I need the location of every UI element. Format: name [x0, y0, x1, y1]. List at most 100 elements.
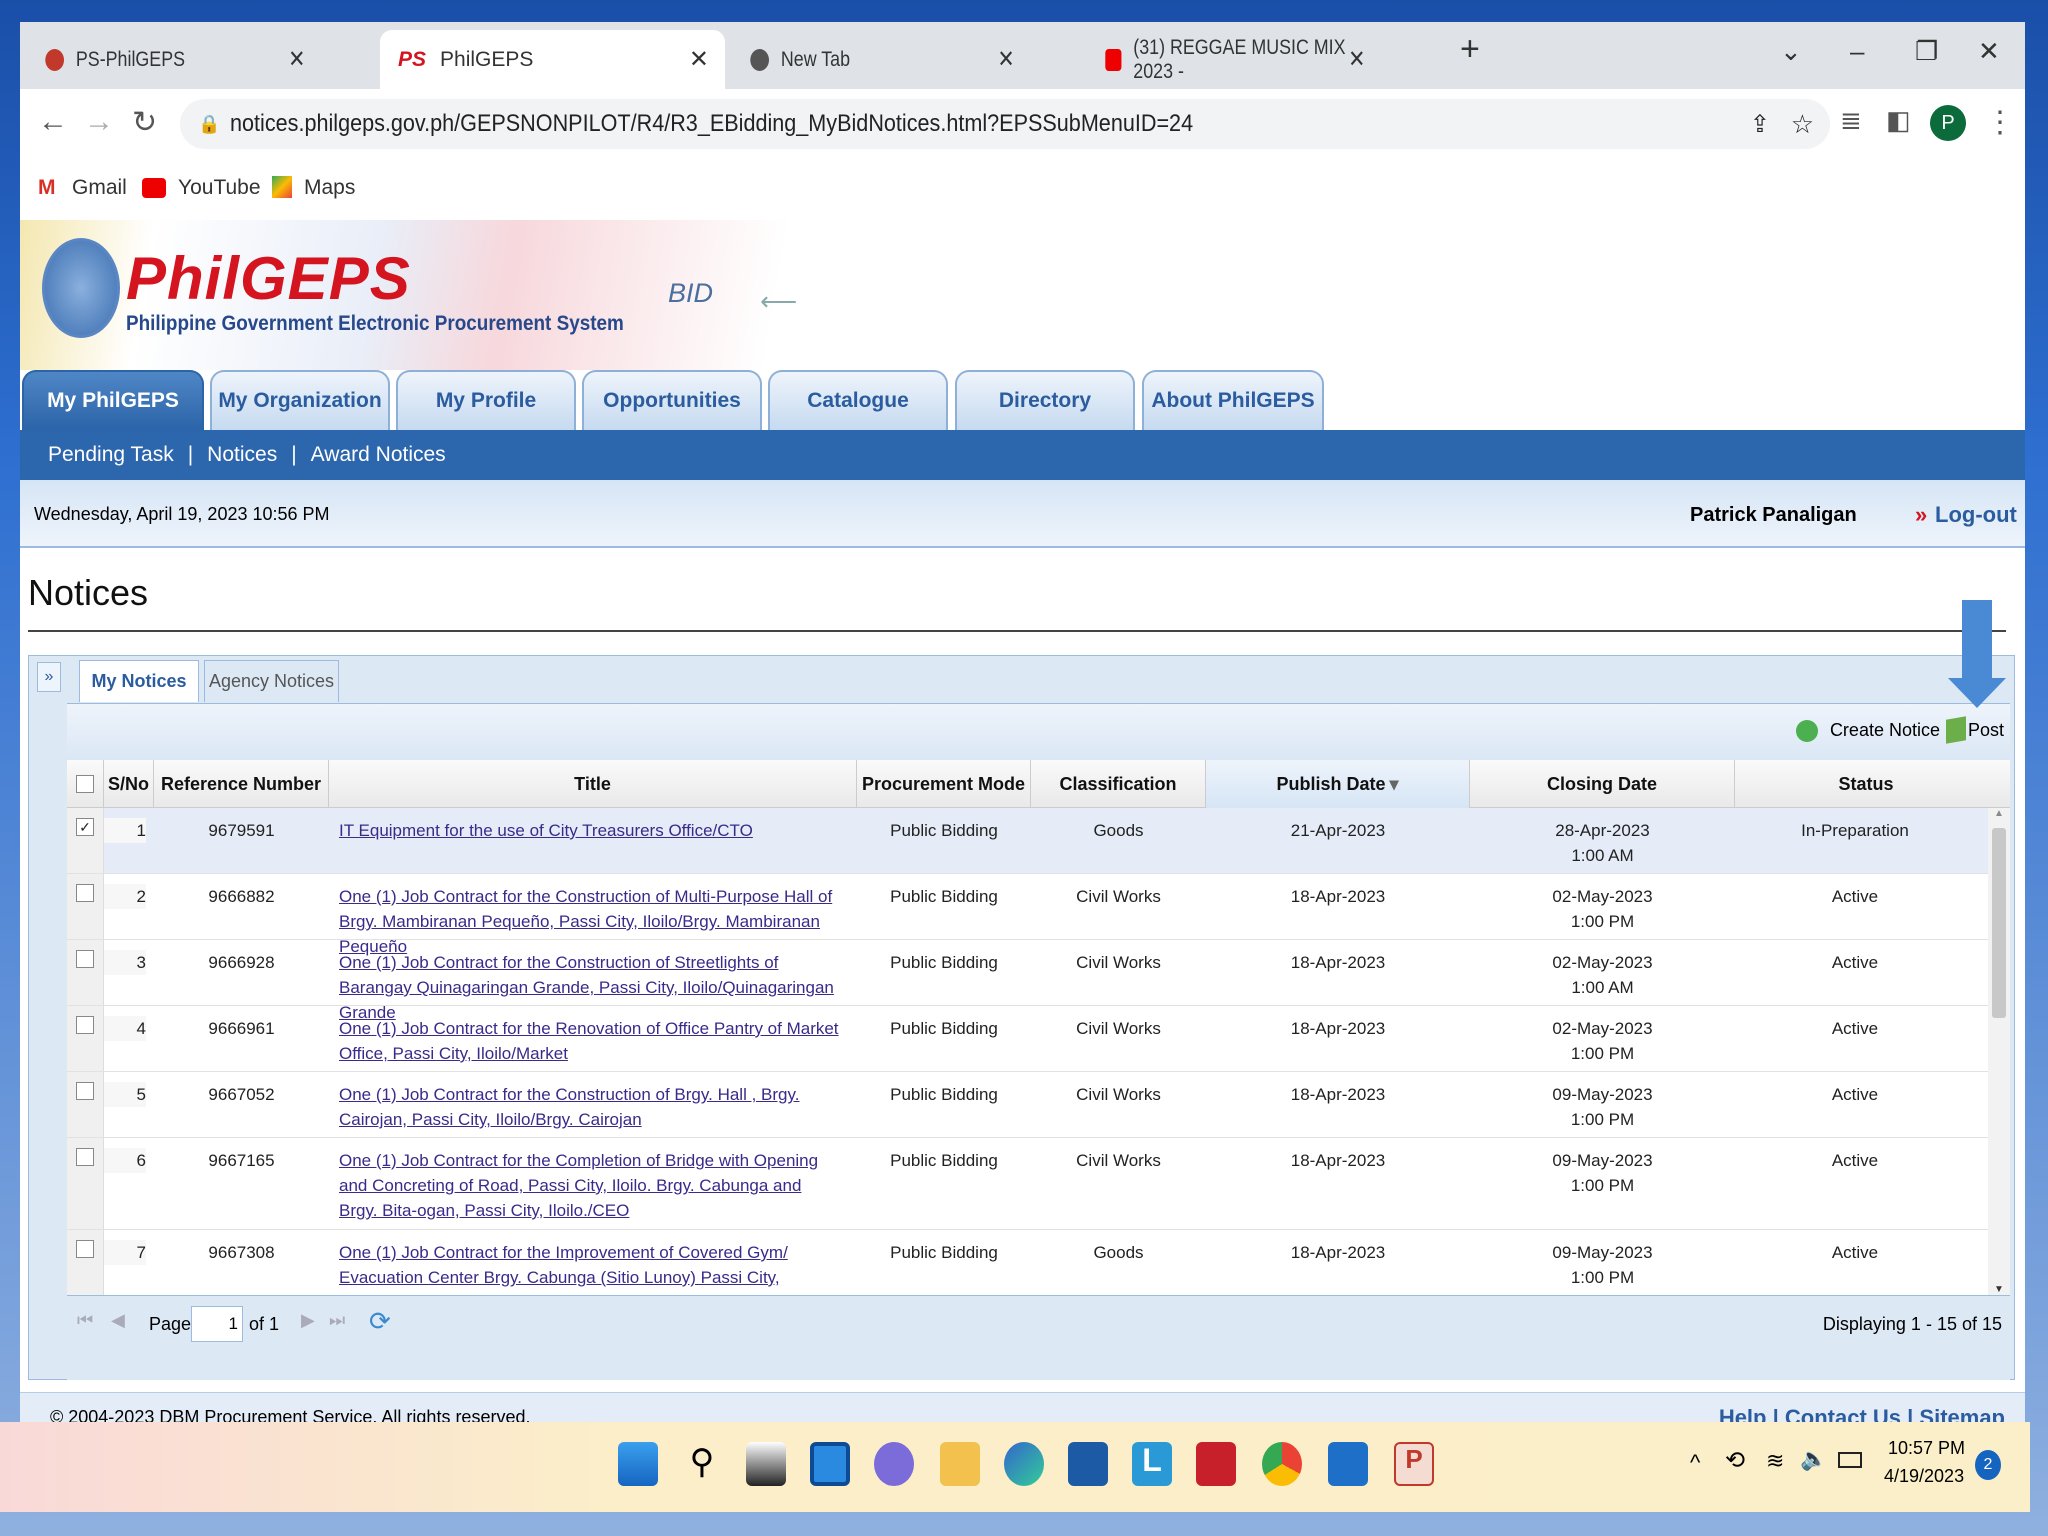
refresh-icon[interactable]: ⟳ [369, 1306, 391, 1337]
nav-about-philgeps[interactable]: About PhilGEPS [1142, 370, 1324, 430]
share-icon[interactable]: ⇪ [1750, 110, 1770, 139]
notice-title-link[interactable]: One (1) Job Contract for the Improvement… [339, 1240, 844, 1295]
row-checkbox[interactable] [76, 1082, 94, 1100]
reload-icon[interactable]: ↻ [132, 105, 157, 140]
forward-icon[interactable]: → [84, 105, 114, 139]
reading-list-icon[interactable]: ≣ [1840, 105, 1862, 136]
tab-agency-notices[interactable]: Agency Notices [204, 660, 339, 702]
notice-title-link[interactable]: IT Equipment for the use of City Treasur… [339, 818, 844, 843]
clock-time[interactable]: 10:57 PM [1888, 1438, 1965, 1459]
edge-icon[interactable] [1004, 1442, 1044, 1486]
side-panel-icon[interactable]: ◧ [1886, 105, 1911, 136]
logo-title[interactable]: PhilGEPS [126, 244, 411, 313]
chrome-icon[interactable] [1262, 1442, 1302, 1486]
media-player-icon[interactable] [1328, 1442, 1368, 1486]
col-reference-number[interactable]: Reference Number [154, 760, 329, 808]
row-checkbox[interactable] [76, 884, 94, 902]
notice-title-link[interactable]: One (1) Job Contract for the Renovation … [339, 1016, 844, 1066]
col-procurement-mode[interactable]: Procurement Mode [857, 760, 1031, 808]
col-title[interactable]: Title [329, 760, 857, 808]
nav-opportunities[interactable]: Opportunities [582, 370, 762, 430]
restore-button[interactable]: ❐ [1915, 36, 1938, 67]
new-tab-button[interactable]: + [1460, 30, 1480, 69]
close-tab-icon[interactable]: ✕ [689, 45, 709, 74]
table-row[interactable]: 4 9666961 One (1) Job Contract for the Ren… [67, 1006, 1997, 1072]
file-explorer-icon[interactable] [940, 1442, 980, 1486]
close-tab-icon[interactable]: ✕ [1348, 45, 1365, 74]
col-status[interactable]: Status [1735, 760, 1997, 808]
last-page-icon[interactable]: ⏭ [329, 1310, 345, 1331]
row-checkbox[interactable]: ✓ [76, 818, 94, 836]
col-classification[interactable]: Classification [1031, 760, 1206, 808]
table-row[interactable]: 6 9667165 One (1) Job Contract for the Com… [67, 1138, 1997, 1230]
close-tab-icon[interactable]: ✕ [288, 45, 305, 74]
start-icon[interactable] [618, 1442, 658, 1486]
submenu-award-notices[interactable]: Award Notices [311, 443, 446, 467]
next-page-icon[interactable]: ▶ [301, 1310, 315, 1331]
tab-new-tab[interactable]: New Tab ✕ [735, 30, 1028, 89]
row-checkbox[interactable] [76, 1148, 94, 1166]
l-app-icon[interactable]: L [1132, 1442, 1172, 1486]
mcafee-icon[interactable] [1196, 1442, 1236, 1486]
grid-scrollbar[interactable]: ▲ ▼ [1988, 808, 2010, 1295]
nav-catalogue[interactable]: Catalogue [768, 370, 948, 430]
nav-my-profile[interactable]: My Profile [396, 370, 576, 430]
tab-reggae[interactable]: (31) REGGAE MUSIC MIX 2023 - ✕ [1090, 30, 1379, 89]
table-row[interactable]: 7 9667308 One (1) Job Contract for the Imp… [67, 1230, 1997, 1295]
table-row[interactable]: ✓ 1 9679591 IT Equipment for the use of Cit… [67, 808, 1997, 874]
notice-title-link[interactable]: One (1) Job Contract for the Completion … [339, 1148, 844, 1223]
store-icon[interactable] [1068, 1442, 1108, 1486]
nav-directory[interactable]: Directory [955, 370, 1135, 430]
notification-badge[interactable]: 2 [1975, 1450, 2001, 1480]
submenu-notices[interactable]: Notices [207, 443, 277, 467]
bookmark-maps[interactable]: Maps [304, 176, 355, 200]
search-icon[interactable]: ⚲ [682, 1442, 722, 1486]
bookmark-gmail[interactable]: Gmail [72, 176, 127, 200]
row-checkbox[interactable] [76, 1016, 94, 1034]
nav-my-philgeps[interactable]: My PhilGEPS [22, 370, 204, 430]
nav-my-organization[interactable]: My Organization [210, 370, 390, 430]
show-hidden-icons[interactable]: ^ [1690, 1450, 1700, 1476]
menu-icon[interactable]: ⋮ [1985, 105, 2015, 140]
battery-icon[interactable] [1838, 1452, 1862, 1468]
back-icon[interactable]: ← [38, 105, 68, 139]
expand-panel-button[interactable]: » [37, 662, 61, 692]
prev-page-icon[interactable]: ◀ [111, 1310, 125, 1331]
select-all-checkbox[interactable] [67, 760, 104, 808]
col-closing-date[interactable]: Closing Date [1470, 760, 1735, 808]
col-publish-date[interactable]: Publish Date ▾ [1206, 760, 1470, 808]
row-checkbox[interactable] [76, 950, 94, 968]
widgets-icon[interactable] [810, 1442, 850, 1486]
table-row[interactable]: 2 9666882 One (1) Job Contract for the Con… [67, 874, 1997, 956]
address-bar[interactable]: 🔒 notices.philgeps.gov.ph/GEPSNONPILOT/R4… [180, 99, 1830, 149]
create-notice-button[interactable]: Create Notice [1830, 720, 1940, 741]
tab-philgeps[interactable]: PS PhilGEPS ✕ [380, 30, 725, 89]
row-checkbox[interactable] [76, 1240, 94, 1258]
bookmark-star-icon[interactable]: ☆ [1791, 109, 1814, 140]
close-tab-icon[interactable]: ✕ [998, 45, 1015, 74]
tab-search-button[interactable]: ⌄ [1780, 36, 1802, 67]
bookmark-youtube[interactable]: YouTube [178, 176, 261, 200]
col-sno[interactable]: S/No [104, 760, 154, 808]
profile-avatar[interactable]: P [1930, 105, 1966, 141]
minimize-button[interactable]: – [1850, 36, 1864, 67]
submenu-pending-task[interactable]: Pending Task [48, 443, 174, 467]
logout-link[interactable]: Log-out [1935, 502, 2017, 528]
clock-date[interactable]: 4/19/2023 [1884, 1466, 1964, 1487]
page-input[interactable] [191, 1306, 243, 1342]
table-row[interactable]: 5 9667052 One (1) Job Contract for the Con… [67, 1072, 1997, 1138]
tab-my-notices[interactable]: My Notices [79, 660, 199, 702]
volume-icon[interactable]: 🔈 [1800, 1446, 1827, 1472]
sync-icon[interactable]: ⟲ [1725, 1446, 1745, 1475]
teams-chat-icon[interactable] [874, 1442, 914, 1486]
tab-ps-philgeps[interactable]: PS-PhilGEPS ✕ [30, 30, 319, 89]
task-view-icon[interactable] [746, 1442, 786, 1486]
scrollbar-thumb[interactable] [1992, 828, 2006, 1018]
powerpoint-icon[interactable]: P [1394, 1442, 1434, 1486]
post-button[interactable]: Post [1968, 720, 2004, 741]
wifi-icon[interactable]: ≋ [1766, 1448, 1784, 1474]
notice-title-link[interactable]: One (1) Job Contract for the Constructio… [339, 1082, 844, 1132]
first-page-icon[interactable]: ⏮ [77, 1310, 93, 1331]
table-row[interactable]: 3 9666928 One (1) Job Contract for the Con… [67, 940, 1997, 1022]
close-window-button[interactable]: ✕ [1978, 36, 2000, 67]
